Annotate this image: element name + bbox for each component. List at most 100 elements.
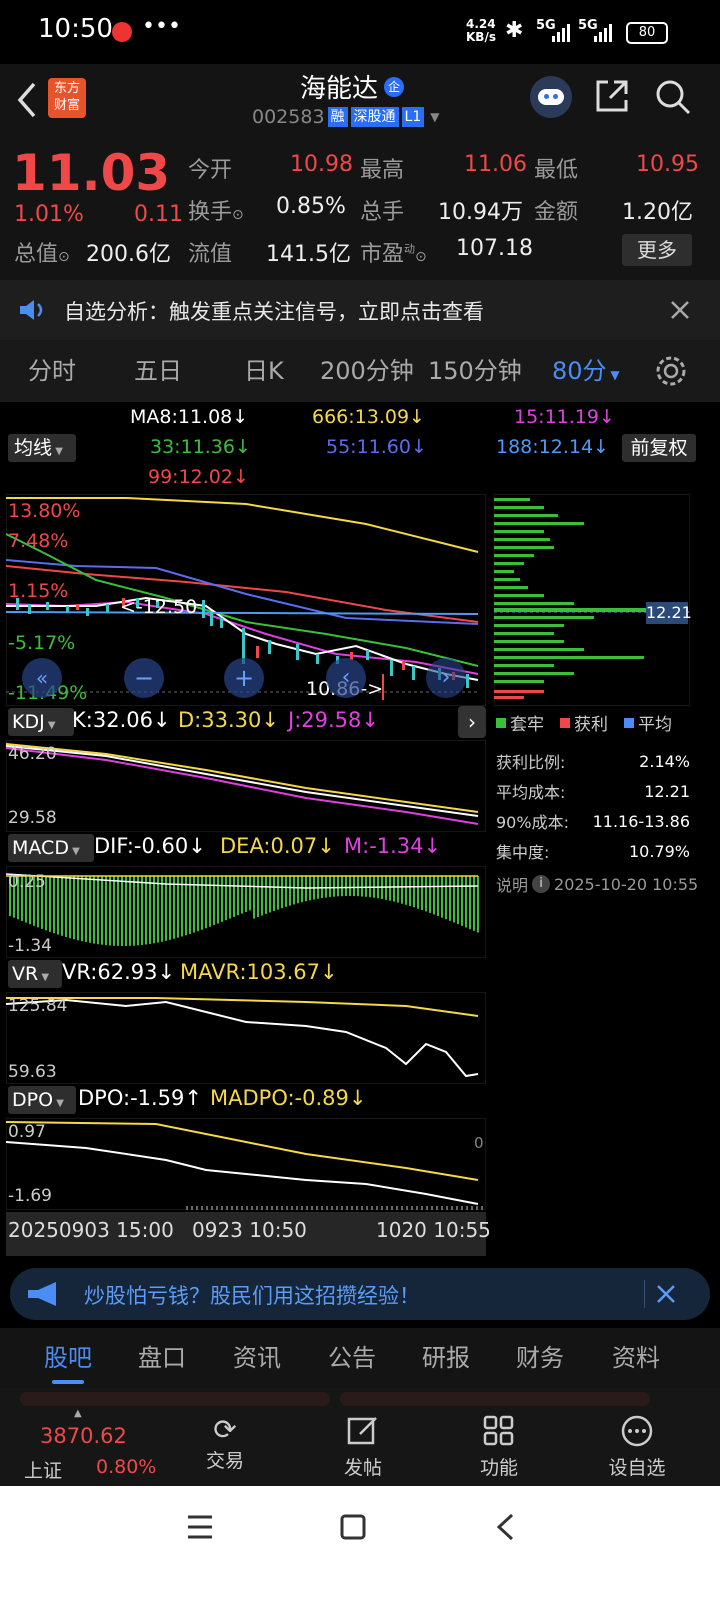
tab-80min[interactable]: 80分 ▼ xyxy=(552,340,620,402)
stat-row: 获利比例: 2.14% xyxy=(496,751,690,773)
close-icon[interactable] xyxy=(670,300,690,320)
robot-assistant-icon[interactable] xyxy=(530,76,572,118)
dock-add-watchlist[interactable]: 设自选 xyxy=(592,1414,682,1480)
home-icon[interactable] xyxy=(340,1514,366,1540)
mavr-value: MAVR:103.67↓ xyxy=(180,960,338,984)
info-icon[interactable]: ⊙ xyxy=(232,207,244,223)
scroll-left-icon[interactable]: « xyxy=(22,658,62,698)
axis-label-3: 1.15% xyxy=(8,580,69,602)
adjust-button[interactable]: 前复权 xyxy=(622,434,696,462)
macd-dif: DIF:-0.60↓ xyxy=(94,834,206,858)
dpo-tick xyxy=(341,1206,343,1210)
status-more-dots: ••• xyxy=(142,14,181,39)
back-nav-icon[interactable] xyxy=(494,1512,516,1542)
dpo-tick xyxy=(226,1206,228,1210)
zoom-in-icon[interactable]: + xyxy=(224,658,264,698)
chevron-down-icon[interactable]: ▼ xyxy=(430,110,439,124)
tab-200min[interactable]: 200分钟 xyxy=(320,340,414,402)
period-tabs: 分时 五日 日K 200分钟 150分钟 80分 ▼ xyxy=(0,340,720,402)
change-percent: 1.01% xyxy=(14,202,84,227)
amount-label: 金额 xyxy=(534,200,579,225)
dpo-tick xyxy=(391,1206,393,1210)
more-button[interactable]: 更多 xyxy=(622,234,692,266)
dock-functions[interactable]: 功能 xyxy=(454,1414,544,1480)
vr-value: VR:62.93↓ xyxy=(62,960,176,984)
tab-announcements[interactable]: 公告 xyxy=(328,1328,376,1388)
tab-150min[interactable]: 150分钟 xyxy=(428,340,522,402)
promo-banner[interactable]: 炒股怕亏钱？股民们用这招攒经验！ xyxy=(10,1268,710,1320)
tab-research[interactable]: 研报 xyxy=(422,1328,470,1388)
step-left-icon[interactable]: ‹ xyxy=(326,658,366,698)
tab-finance[interactable]: 财务 xyxy=(516,1328,564,1388)
dpo-tick xyxy=(256,1206,258,1210)
caret-up-icon: ▲ xyxy=(74,1408,82,1419)
axis-label-4: -5.17% xyxy=(8,632,76,654)
margin-tag: 融 xyxy=(327,107,348,127)
pe-value: 107.18 xyxy=(456,236,533,261)
dpo-tick xyxy=(476,1206,478,1210)
dpo-selector[interactable]: DPO ▼ xyxy=(8,1086,76,1114)
macd-m: M:-1.34↓ xyxy=(344,834,442,858)
time-axis-start: 20250903 15:00 xyxy=(8,1218,174,1242)
app-logo: 东方 财富 xyxy=(48,78,86,118)
dpo-value: DPO:-1.59↑ xyxy=(78,1086,203,1110)
settings-gear-icon[interactable] xyxy=(654,354,688,388)
dpo-tick xyxy=(261,1206,263,1210)
tab-five-day[interactable]: 五日 xyxy=(134,340,182,402)
legend-average: 平均 xyxy=(638,715,672,735)
dpo-tick xyxy=(441,1206,443,1210)
kdj-d: D:33.30↓ xyxy=(178,708,279,732)
chart-area: MA8:11.08↓ 666:13.09↓ 15:11.19↓ 均线 ▼ 33:… xyxy=(0,402,720,1262)
macd-selector[interactable]: MACD ▼ xyxy=(8,834,94,862)
tab-daily-k[interactable]: 日K xyxy=(244,340,284,402)
dpo-tick xyxy=(416,1206,418,1210)
high-label: 最高 xyxy=(360,158,405,183)
legend-profit: 获利 xyxy=(574,715,608,735)
tab-intraday[interactable]: 分时 xyxy=(28,340,76,402)
dock-post[interactable]: 发帖 xyxy=(318,1414,408,1480)
tab-profile[interactable]: 资料 xyxy=(612,1328,660,1388)
high-marker: <-12.50 xyxy=(120,596,198,618)
expand-right-icon[interactable]: › xyxy=(458,706,486,738)
close-icon-banner[interactable] xyxy=(656,1284,676,1304)
dpo-tick xyxy=(381,1206,383,1210)
zoom-out-icon[interactable]: − xyxy=(124,658,164,698)
back-icon[interactable] xyxy=(14,80,40,120)
ma15-value: 15:11.19↓ xyxy=(514,406,615,428)
dpo-tick xyxy=(331,1206,333,1210)
tab-news[interactable]: 资讯 xyxy=(233,1328,281,1388)
chip-note[interactable]: 说明 i 2025-10-20 10:55 xyxy=(496,872,698,896)
dropdown-icon-macd: ▼ xyxy=(68,846,80,857)
dpo-tick xyxy=(281,1206,283,1210)
ma666-value: 666:13.09↓ xyxy=(312,406,425,428)
dpo-tick xyxy=(316,1206,318,1210)
stock-code-row: 002583 融 深股通 L1 ▼ xyxy=(252,106,439,128)
info-icon-2[interactable]: ⊙ xyxy=(58,249,70,265)
dpo-zero-label: 0 xyxy=(474,1134,484,1152)
ma-selector[interactable]: 均线 ▼ xyxy=(8,434,76,462)
dpo-tick xyxy=(446,1206,448,1210)
legend-swatch-average xyxy=(624,717,634,728)
info-icon-3[interactable]: ⊙ xyxy=(415,249,427,265)
ma33-value: 33:11.36↓ xyxy=(150,436,251,458)
system-nav-bar xyxy=(0,1486,720,1600)
dock-trade[interactable]: ⟳ 交易 xyxy=(180,1414,270,1473)
dpo-tick xyxy=(386,1206,388,1210)
search-icon[interactable] xyxy=(654,78,692,116)
tab-guba[interactable]: 股吧 xyxy=(44,1328,92,1388)
kdj-selector[interactable]: KDJ ▼ xyxy=(8,708,74,736)
menu-icon[interactable] xyxy=(186,1514,214,1540)
dpo-tick xyxy=(401,1206,403,1210)
index-percent: 0.80% xyxy=(96,1456,157,1478)
share-icon[interactable] xyxy=(594,78,630,114)
tab-pankou[interactable]: 盘口 xyxy=(138,1328,186,1388)
step-right-icon[interactable]: › xyxy=(426,658,466,698)
dpo-tick xyxy=(311,1206,313,1210)
volume-label: 总手 xyxy=(360,200,405,225)
low-value: 10.95 xyxy=(636,152,699,177)
vr-selector[interactable]: VR ▼ xyxy=(8,960,62,988)
notice-bar[interactable]: 自选分析：触发重点关注信号，立即点击查看 xyxy=(0,280,720,340)
dropdown-icon-kdj: ▼ xyxy=(44,720,56,731)
dpo-tick xyxy=(421,1206,423,1210)
index-ticker[interactable]: ▲ 3870.62 上证 0.80% xyxy=(10,1408,160,1484)
